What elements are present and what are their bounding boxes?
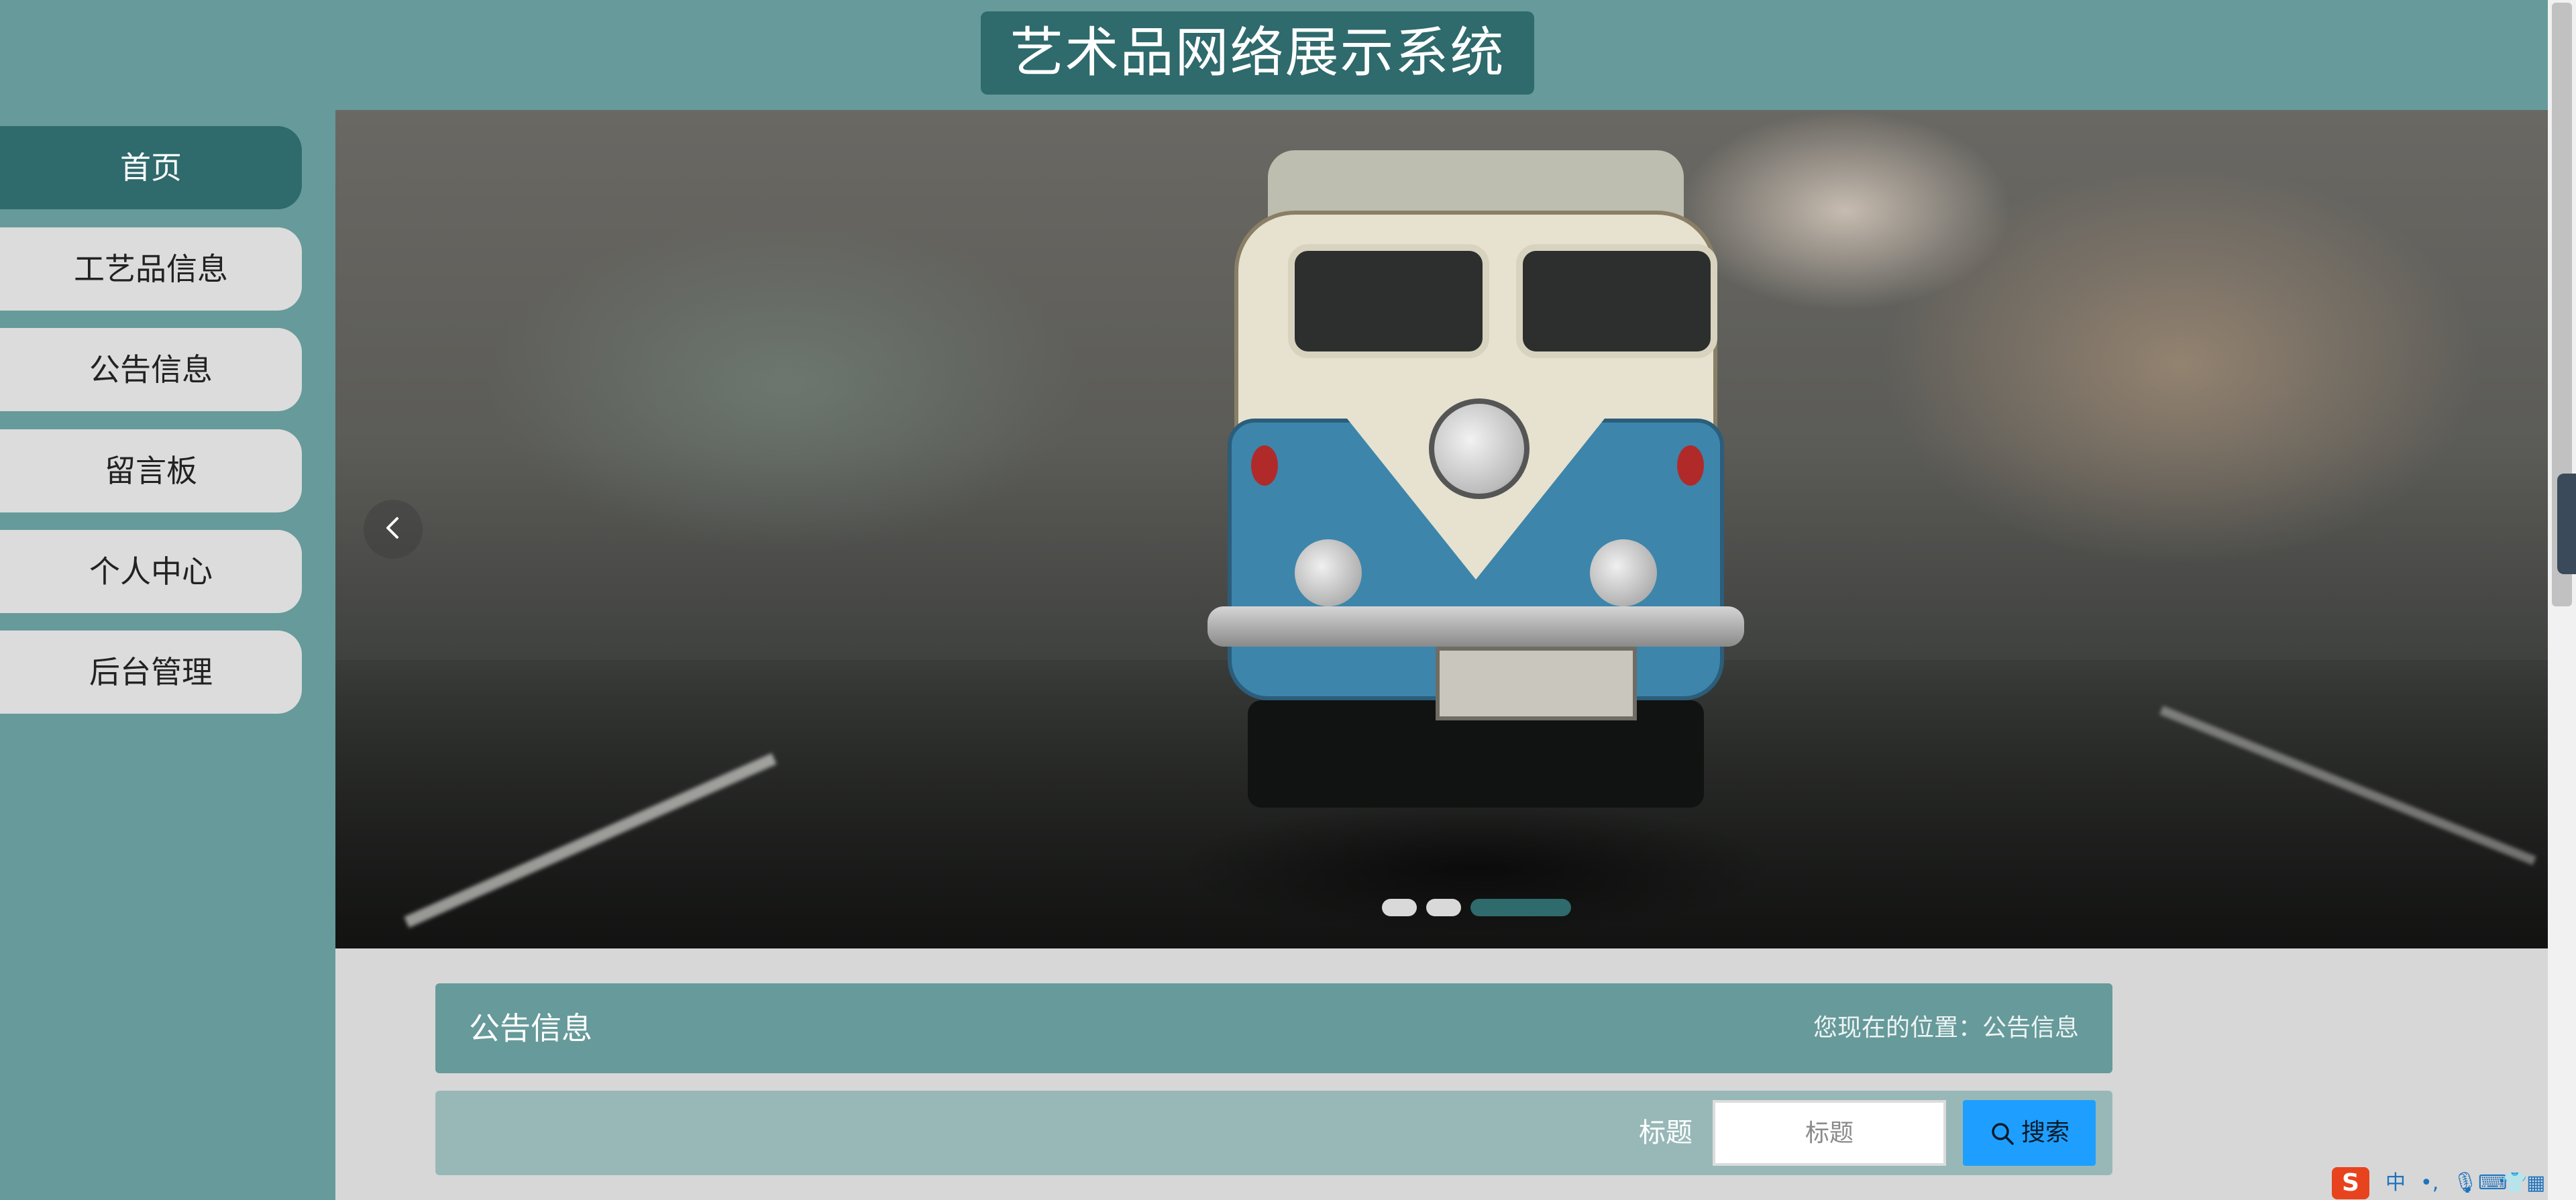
site-title: 艺术品网络展示系统 (981, 11, 1534, 95)
page-scrollbar[interactable] (2548, 0, 2576, 1200)
microphone-icon[interactable]: 🎙 (2453, 1171, 2478, 1195)
sidebar-item-notices[interactable]: 公告信息 (0, 328, 302, 411)
carousel-dot-2[interactable] (1426, 899, 1461, 916)
search-label: 标题 (1639, 1117, 1693, 1148)
menu-grid-icon[interactable]: ▦ (2526, 1171, 2545, 1195)
carousel-dot-1[interactable] (1382, 899, 1417, 916)
sidebar-item-admin[interactable]: 后台管理 (0, 631, 302, 714)
search-icon (1992, 1123, 2014, 1145)
carousel-dot-3[interactable] (1470, 899, 1571, 916)
sidebar-item-message-board[interactable]: 留言板 (0, 429, 302, 512)
search-bar: 标题 搜索 (435, 1091, 2112, 1175)
side-drawer-handle[interactable] (2557, 474, 2576, 574)
section-title: 公告信息 (469, 1010, 592, 1046)
banner-prev-button[interactable] (364, 500, 423, 559)
sidebar-item-personal-center[interactable]: 个人中心 (0, 530, 302, 613)
header: 艺术品网络展示系统 (0, 0, 2548, 110)
main-content: 公告信息 您现在的位置：公告信息 标题 搜索 (335, 948, 2548, 1200)
ime-mode-toggle[interactable]: 中 (2385, 1171, 2406, 1195)
ime-punct-icon[interactable]: •, (2420, 1171, 2438, 1195)
search-button-label: 搜索 (2021, 1119, 2070, 1146)
ime-toolbar: S 中 •, 🎙 ⌨ 👕 ▦ (2332, 1167, 2548, 1200)
search-input[interactable] (1713, 1100, 1946, 1166)
skin-icon[interactable]: 👕 (2502, 1171, 2527, 1195)
banner-carousel (335, 110, 2548, 948)
breadcrumb: 您现在的位置：公告信息 (1813, 1014, 2079, 1042)
sidebar-nav: 首页 工艺品信息 公告信息 留言板 个人中心 后台管理 (0, 110, 335, 1200)
search-button[interactable]: 搜索 (1963, 1100, 2096, 1166)
sogou-logo-icon[interactable]: S (2332, 1167, 2369, 1199)
banner-bg (483, 217, 1087, 553)
chevron-left-icon (386, 516, 398, 539)
sidebar-item-crafts[interactable]: 工艺品信息 (0, 227, 302, 311)
sidebar-item-home[interactable]: 首页 (0, 126, 302, 209)
section-header: 公告信息 您现在的位置：公告信息 (435, 983, 2112, 1073)
